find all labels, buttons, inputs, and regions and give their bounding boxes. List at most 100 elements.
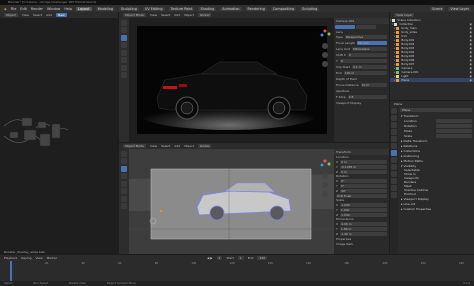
annotate-tool-icon[interactable] [121, 64, 127, 71]
menu-render[interactable]: Render [31, 7, 43, 11]
object-type-button[interactable]: Object [4, 13, 18, 17]
measure-tool-icon[interactable] [121, 72, 127, 78]
material-tab-icon[interactable] [391, 192, 397, 198]
scene-selector[interactable]: Scene [430, 6, 445, 11]
rotate-tool-icon[interactable] [121, 173, 127, 179]
node-menu-view[interactable]: View [22, 13, 29, 17]
location-x-field[interactable]: 0 m [340, 159, 387, 164]
menu-file[interactable]: File [11, 7, 17, 11]
workspace-tab-sculpting[interactable]: Sculpting [119, 6, 139, 11]
prop-rotation-field[interactable] [436, 123, 472, 128]
viewport-top-menu-object[interactable]: Object [184, 13, 194, 17]
rotation-x-field[interactable]: 0° [340, 178, 387, 183]
outliner-row-selected[interactable]: ▸ Plane ◉ [390, 78, 474, 82]
clip-start-field[interactable]: 0.1 m [351, 65, 387, 69]
rotation-mode-select[interactable]: XYZ Euler [336, 193, 387, 198]
fstop-field[interactable]: 2.8 [347, 95, 387, 99]
location-y-field[interactable]: -0.1285 m [339, 164, 387, 169]
menu-window[interactable]: Window [47, 7, 60, 11]
select-tool-icon[interactable] [121, 150, 127, 157]
scale-x-field[interactable]: 1.000 [340, 202, 387, 207]
camera-row-viewport-display[interactable]: Viewport Display [334, 100, 389, 106]
move-tool-icon[interactable] [121, 165, 127, 172]
output-tab-icon[interactable] [391, 122, 397, 128]
end-frame-field[interactable]: 250 [257, 256, 268, 260]
viewport-top-transform[interactable]: Global [197, 13, 212, 17]
transform-row-image-refs[interactable]: Image Refs [334, 242, 389, 246]
menu-help[interactable]: Help [64, 7, 72, 11]
physics-tab-icon[interactable] [391, 171, 397, 177]
data-tab[interactable] [356, 25, 376, 29]
workspace-tab-compositing[interactable]: Compositing [270, 6, 297, 11]
timeline-menu-playback[interactable]: Playback [4, 256, 17, 260]
rotation-y-field[interactable]: 0° [339, 183, 387, 188]
focal-length-field[interactable]: 50 mm [357, 41, 387, 45]
shift-y-field[interactable]: 0 [339, 59, 387, 63]
constraints-tab-icon[interactable] [391, 178, 397, 184]
particles-tab-icon[interactable] [391, 164, 397, 170]
node-menu-add[interactable]: Add [46, 13, 52, 17]
scale-y-field[interactable]: 1.000 [339, 207, 387, 212]
viewport-bottom-mode[interactable]: Object Mode [123, 144, 146, 148]
viewport-top-menu-add[interactable]: Add [174, 13, 180, 17]
timeline-menu-keying[interactable]: Keying [21, 256, 31, 260]
prop-scale-field[interactable] [436, 133, 472, 138]
camera-tab[interactable] [335, 25, 355, 29]
workspace-tab-uv-editing[interactable]: UV Editing [142, 6, 165, 11]
transform-tool-icon[interactable] [121, 57, 127, 63]
view-layer-tab-icon[interactable] [391, 129, 397, 135]
start-frame-field[interactable]: 1 [237, 256, 244, 260]
viewport-bottom-menu-add[interactable]: Add [174, 144, 180, 148]
prop-location-field[interactable] [436, 118, 472, 123]
workspace-tab-layout[interactable]: Layout [76, 6, 92, 11]
move-tool-icon[interactable] [121, 34, 127, 41]
timeline-area[interactable]: 020406080100120140160180200220240 [0, 261, 474, 281]
annotate-tool-icon[interactable] [121, 195, 127, 202]
rotate-tool-icon[interactable] [121, 42, 127, 48]
clip-end-field[interactable]: 100 m [343, 71, 387, 75]
tool-tab-icon[interactable] [391, 108, 397, 114]
cursor-tool-icon[interactable] [121, 158, 127, 164]
solid-viewport[interactable] [129, 149, 334, 254]
viewport-top-menu-view[interactable]: View [150, 13, 157, 17]
blender-logo-icon[interactable]: ◆ [4, 7, 7, 11]
section-custom-props[interactable]: ▸ Custom Properties [398, 206, 474, 211]
playhead[interactable] [10, 261, 12, 281]
camera-type-select[interactable]: Perspective [344, 35, 387, 39]
focus-distance-field[interactable]: 10 m [360, 83, 387, 87]
viewport-bottom-menu-view[interactable]: View [150, 144, 157, 148]
workspace-tab-modeling[interactable]: Modeling [95, 6, 116, 11]
outliner-view-layer[interactable]: View Layer [394, 13, 415, 17]
location-z-field[interactable]: 0 m [340, 169, 387, 174]
prop-mode-field[interactable] [436, 128, 472, 133]
viewport-bottom-menu-select[interactable]: Select [161, 144, 170, 148]
timeline-menu-marker[interactable]: Marker [47, 256, 57, 260]
node-menu-select[interactable]: Select [33, 13, 42, 17]
viewport-top-menu-select[interactable]: Select [161, 13, 170, 17]
workspace-tab-scripting[interactable]: Scripting [300, 6, 320, 11]
object-name-field[interactable]: Plane [400, 108, 472, 112]
new-material-button[interactable]: New [55, 13, 67, 17]
scale-tool-icon[interactable] [121, 49, 127, 56]
scale-z-field[interactable]: 1.000 [340, 212, 387, 217]
measure-tool-icon[interactable] [121, 203, 127, 209]
world-tab-icon[interactable] [391, 143, 397, 149]
lens-unit-select[interactable]: Millimeters [352, 47, 387, 51]
current-frame-field[interactable]: 1 [216, 256, 223, 260]
timeline-menu-view[interactable]: View [35, 256, 42, 260]
workspace-tab-rendering[interactable]: Rendering [245, 6, 267, 11]
node-editor-canvas[interactable] [0, 18, 118, 254]
data-tab-icon[interactable] [391, 185, 397, 191]
scale-tool-icon[interactable] [121, 180, 127, 187]
workspace-tab-shading[interactable]: Shading [198, 6, 217, 11]
viewport-top-mode[interactable]: Object Mode [123, 13, 146, 17]
menu-edit[interactable]: Edit [20, 7, 27, 11]
workspace-tab-animation[interactable]: Animation [220, 6, 242, 11]
workspace-tab-texture-paint[interactable]: Texture Paint [168, 6, 195, 11]
shift-x-field[interactable]: 0 [347, 53, 387, 57]
viewport-bottom-transform[interactable]: Global [197, 144, 212, 148]
transform-tool-icon[interactable] [121, 188, 127, 194]
select-tool-icon[interactable] [121, 19, 127, 26]
rotation-z-field[interactable]: 90° [340, 188, 387, 193]
cursor-tool-icon[interactable] [121, 27, 127, 33]
